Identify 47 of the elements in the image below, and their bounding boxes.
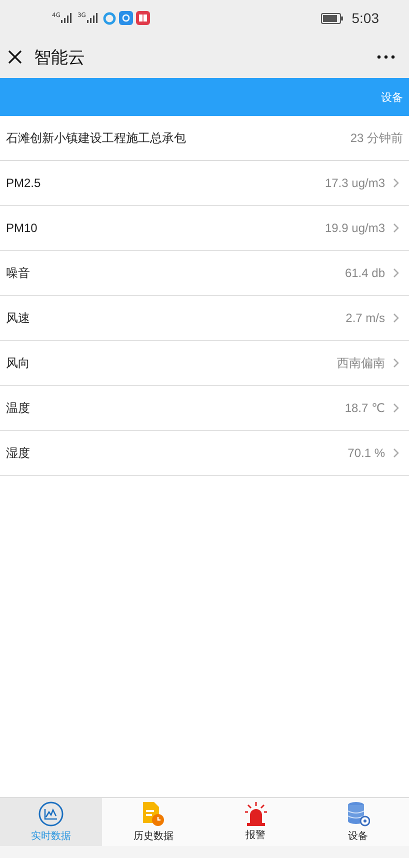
chevron-icon — [393, 313, 399, 323]
book-icon — [136, 11, 150, 25]
reading-value: 18.7 ℃ — [344, 401, 385, 415]
more-icon[interactable] — [377, 55, 395, 59]
reading-label: 风向 — [6, 354, 31, 372]
reading-row[interactable]: PM2.5 17.3 ug/m3 — [0, 161, 409, 206]
reading-label: PM10 — [6, 221, 38, 235]
reading-value: 61.4 db — [344, 266, 385, 280]
reading-row[interactable]: 风速 2.7 m/s — [0, 296, 409, 341]
chevron-icon — [393, 403, 399, 413]
reading-label: 风速 — [6, 310, 31, 326]
chevron-icon — [393, 448, 399, 458]
tab[interactable]: 报警 — [204, 798, 307, 846]
update-time: 23 分钟前 — [350, 130, 403, 146]
signal-icon — [61, 13, 72, 23]
reading-label: 噪音 — [6, 264, 31, 282]
siren-icon — [244, 802, 267, 826]
chevron-icon — [393, 268, 399, 278]
reading-row[interactable]: 湿度 70.1 % — [0, 431, 409, 476]
reading-label: PM2.5 — [6, 176, 42, 190]
reading-row[interactable]: PM10 19.9 ug/m3 — [0, 206, 409, 251]
tab[interactable]: 历史数据 — [102, 798, 204, 846]
project-name: 石滩创新小镇建设工程施工总承包 — [6, 130, 187, 146]
reading-value: 19.9 ug/m3 — [324, 221, 385, 235]
clock-time: 5:03 — [352, 10, 379, 26]
chevron-icon — [393, 223, 399, 233]
reading-value: 17.3 ug/m3 — [324, 176, 385, 190]
chevron-icon — [393, 178, 399, 188]
reading-row[interactable]: 风向 西南偏南 — [0, 341, 409, 386]
page-title: 智能云 — [34, 46, 85, 68]
reading-label: 温度 — [6, 400, 31, 416]
signal-icon — [86, 13, 98, 23]
chevron-icon — [393, 358, 399, 368]
reading-value: 70.1 % — [348, 446, 385, 460]
browser-icon — [102, 12, 116, 24]
reading-row[interactable]: 噪音 61.4 db — [0, 251, 409, 296]
reading-row[interactable]: 温度 18.7 ℃ — [0, 386, 409, 431]
reading-label: 湿度 — [6, 444, 31, 462]
app-icon — [118, 11, 133, 25]
document-clock-icon — [141, 801, 166, 827]
reading-value: 2.7 m/s — [346, 311, 385, 325]
line-chart-icon — [38, 801, 64, 827]
reading-value: 西南偏南 — [337, 354, 385, 372]
database-gear-icon — [346, 801, 370, 827]
tab[interactable]: 设备 — [306, 798, 409, 846]
battery-icon — [320, 12, 343, 24]
close-icon[interactable] — [8, 50, 22, 64]
